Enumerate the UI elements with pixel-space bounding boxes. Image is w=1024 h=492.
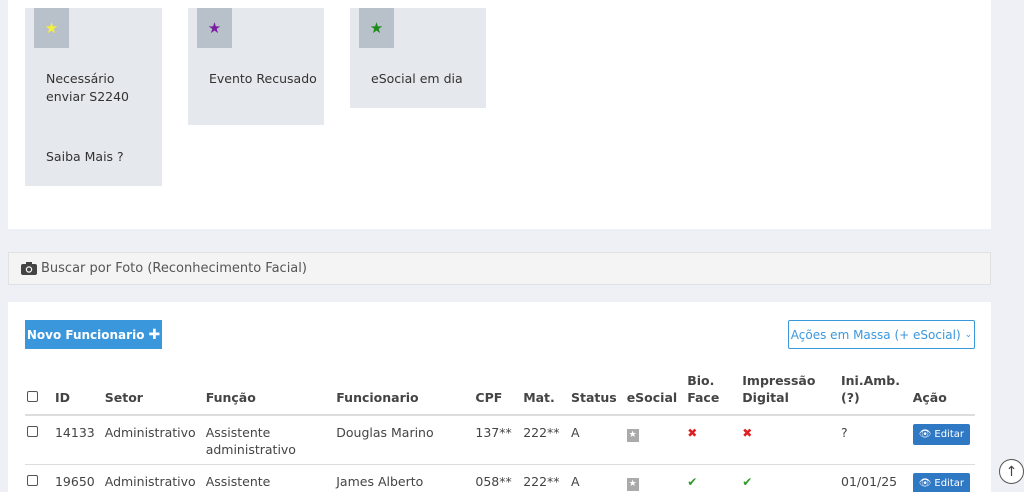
status-panel: ★ Necessário enviar S2240 Saiba Mais ? ★… (8, 0, 991, 229)
esocial-star-icon[interactable]: ★ (626, 478, 639, 491)
bulk-actions-button[interactable]: Ações em Massa (+ eSocial) ⌄ (788, 320, 975, 349)
col-bio-face[interactable]: Bio. Face (682, 372, 738, 416)
cell-setor: Administrativo (99, 415, 201, 465)
col-esocial[interactable]: eSocial (621, 372, 683, 416)
select-all-checkbox[interactable] (27, 391, 38, 402)
employees-table: ID Setor Função Funcionario CPF Mat. Sta… (25, 372, 975, 492)
x-icon: ✖ (687, 426, 698, 440)
check-icon: ✔ (742, 475, 753, 489)
col-setor[interactable]: Setor (99, 372, 201, 416)
table-row: 14133 Administrativo Assistente administ… (25, 415, 975, 465)
cell-mat: 222** (518, 464, 566, 492)
card-s2240[interactable]: ★ Necessário enviar S2240 Saiba Mais ? (25, 8, 162, 186)
cell-funcao: Assistente administrativo (200, 415, 332, 465)
edit-label: Editar (934, 429, 964, 440)
bulk-actions-label: Ações em Massa (+ eSocial) (790, 327, 961, 342)
edit-button[interactable]: 👁 Editar (912, 473, 970, 492)
col-mat[interactable]: Mat. (518, 372, 566, 416)
card-evento-recusado[interactable]: ★ Evento Recusado (188, 8, 324, 125)
new-employee-label: Novo Funcionario (26, 327, 145, 342)
col-id[interactable]: ID (49, 372, 100, 416)
table-header-row: ID Setor Função Funcionario CPF Mat. Sta… (25, 372, 975, 416)
employees-panel: Novo Funcionario ✚ Ações em Massa (+ eSo… (8, 302, 991, 492)
facial-search-bar[interactable]: Buscar por Foto (Reconhecimento Facial) (8, 252, 991, 285)
star-icon: ★ (359, 8, 394, 48)
cell-mat: 222** (518, 415, 566, 465)
cell-id: 14133 (49, 415, 100, 465)
star-icon: ★ (34, 8, 69, 48)
cell-status: A (565, 464, 622, 492)
cell-funcao: Assistente (200, 464, 332, 492)
col-cpf[interactable]: CPF (470, 372, 519, 416)
card-esocial-em-dia[interactable]: ★ eSocial em dia (350, 8, 486, 108)
cell-status: A (565, 415, 622, 465)
table-row: 19650 Administrativo Assistente James Al… (25, 464, 975, 492)
row-checkbox[interactable] (27, 426, 38, 437)
arrow-up-icon: ↑ (1005, 463, 1018, 480)
card-label: Evento Recusado (209, 71, 317, 86)
eye-icon: 👁 (918, 478, 932, 489)
col-status[interactable]: Status (565, 372, 622, 416)
col-funcao[interactable]: Função (200, 372, 332, 416)
row-checkbox[interactable] (27, 475, 38, 486)
chevron-down-icon: ⌄ (964, 329, 973, 340)
plus-icon: ✚ (148, 326, 161, 343)
edit-label: Editar (934, 478, 964, 489)
col-acao: Ação (907, 372, 975, 416)
cell-funcionario: James Alberto Kamradt (331, 464, 471, 492)
saiba-mais-link[interactable]: Saiba Mais ? (46, 149, 124, 164)
new-employee-button[interactable]: Novo Funcionario ✚ (25, 320, 162, 349)
cell-ini-amb: ? (836, 415, 908, 465)
cell-id: 19650 (49, 464, 100, 492)
esocial-star-icon[interactable]: ★ (626, 429, 639, 442)
cell-funcionario: Douglas Marino (331, 415, 471, 465)
cell-ini-amb: 01/01/25 (836, 464, 908, 492)
x-icon: ✖ (742, 426, 753, 440)
camera-icon (21, 262, 37, 275)
cell-setor: Administrativo (99, 464, 201, 492)
star-icon: ★ (197, 8, 232, 48)
check-icon: ✔ (687, 475, 698, 489)
edit-button[interactable]: 👁 Editar (912, 424, 970, 445)
scroll-to-top-button[interactable]: ↑ (999, 459, 1024, 484)
col-impressao-digital[interactable]: Impressão Digital (737, 372, 836, 416)
eye-icon: 👁 (918, 429, 932, 440)
col-funcionario[interactable]: Funcionario (331, 372, 471, 416)
facial-search-label: Buscar por Foto (Reconhecimento Facial) (41, 261, 307, 276)
cell-cpf: 058** (470, 464, 519, 492)
card-label: Necessário enviar S2240 (46, 71, 130, 104)
card-label: eSocial em dia (371, 71, 463, 86)
col-ini-amb[interactable]: Ini.Amb. (?) (836, 372, 908, 416)
cell-cpf: 137** (470, 415, 519, 465)
